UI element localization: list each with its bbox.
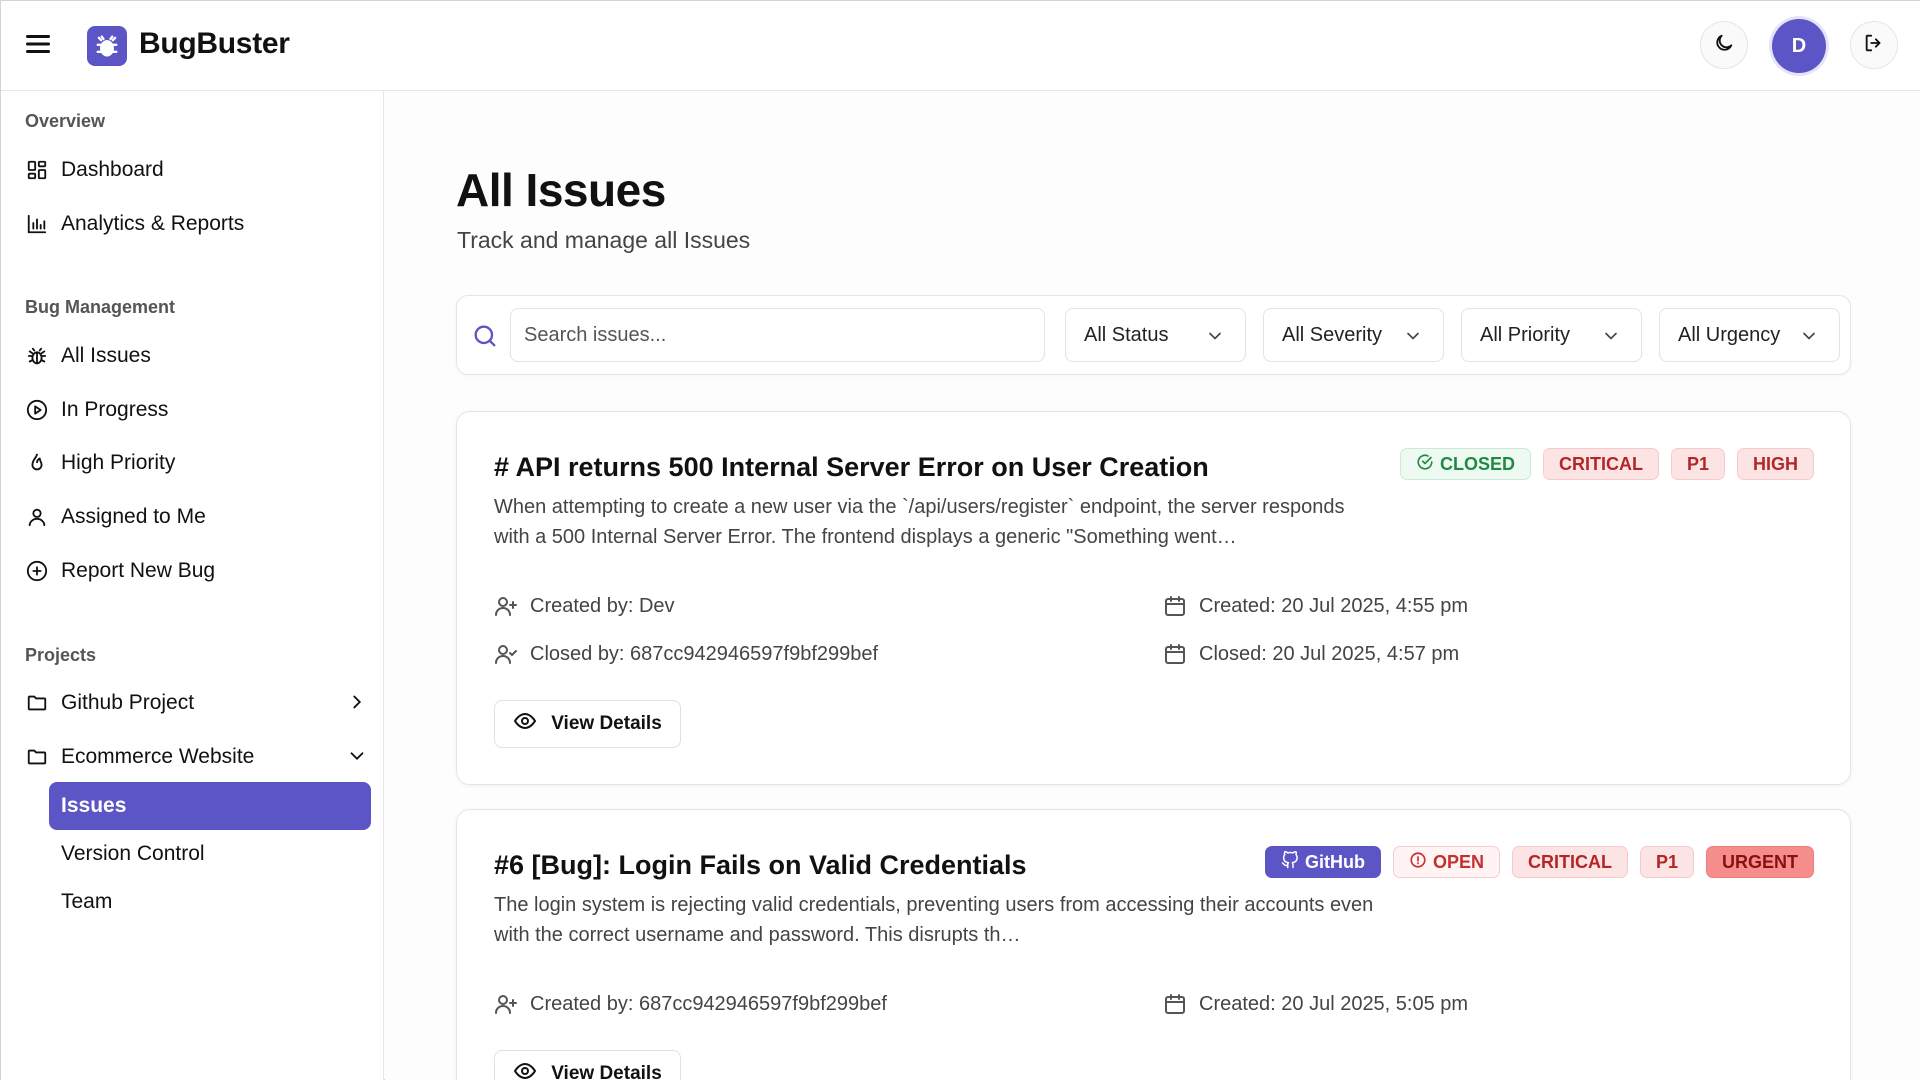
created-date: Created: 20 Jul 2025, 5:05 pm	[1163, 992, 1468, 1016]
main-content: All Issues Track and manage all Issues A…	[385, 91, 1920, 1080]
sidebar-item-label: All Issues	[61, 344, 151, 367]
sidebar-item-in-progress[interactable]: In Progress	[25, 388, 370, 432]
folder-icon	[25, 691, 49, 715]
section-title-projects: Projects	[25, 645, 97, 665]
sidebar: Overview Dashboard Analytics & Reports B…	[1, 91, 384, 1080]
issue-card: # API returns 500 Internal Server Error …	[456, 411, 1851, 785]
project-label: Ecommerce Website	[61, 745, 255, 768]
closed-by: Closed by: 687cc942946597f9bf299bef	[494, 642, 878, 666]
issue-description: When attempting to create a new user via…	[494, 496, 1345, 548]
priority-filter[interactable]: All Priority	[1461, 308, 1642, 362]
urgency-badge: HIGH	[1737, 448, 1814, 480]
eye-icon	[513, 1059, 537, 1080]
priority-badge: P1	[1670, 448, 1725, 480]
closed-date: Closed: 20 Jul 2025, 4:57 pm	[1163, 642, 1459, 666]
sidebar-item-report-new-bug[interactable]: Report New Bug	[25, 549, 370, 593]
search-input[interactable]	[510, 308, 1045, 362]
check-circle-icon	[1416, 453, 1434, 476]
severity-filter-value: All Severity	[1282, 323, 1383, 346]
alert-circle-icon	[1409, 851, 1427, 874]
view-details-button[interactable]: View Details	[494, 1050, 681, 1080]
view-details-button[interactable]: View Details	[494, 700, 681, 748]
sidebar-item-assigned-to-me[interactable]: Assigned to Me	[25, 495, 370, 539]
status-filter-value: All Status	[1084, 323, 1169, 346]
menu-icon[interactable]	[25, 31, 51, 57]
folder-icon	[25, 745, 49, 769]
sidebar-item-label: Dashboard	[61, 158, 164, 181]
sidebar-item-all-issues[interactable]: All Issues	[25, 334, 370, 378]
github-icon	[1281, 850, 1299, 874]
subnav-team[interactable]: Team	[49, 878, 371, 926]
chevron-right-icon[interactable]	[346, 691, 370, 715]
calendar-icon	[1163, 992, 1187, 1016]
plus-circle-icon	[25, 559, 49, 583]
created-date: Created: 20 Jul 2025, 4:55 pm	[1163, 594, 1468, 618]
chevron-down-icon[interactable]	[346, 745, 370, 769]
priority-badge: P1	[1639, 846, 1694, 878]
severity-filter[interactable]: All Severity	[1263, 308, 1444, 362]
sidebar-item-label: Report New Bug	[61, 559, 216, 582]
filter-bar: All Status All Severity All Priority All…	[456, 295, 1851, 375]
top-header: BugBuster D	[1, 1, 1920, 91]
sidebar-item-high-priority[interactable]: High Priority	[25, 441, 370, 485]
issue-card: #6 [Bug]: Login Fails on Valid Credentia…	[456, 809, 1851, 1080]
status-badge: CLOSED	[1399, 448, 1531, 480]
project-label: Github Project	[61, 691, 195, 714]
chevron-down-icon	[1403, 326, 1423, 346]
chevron-down-icon	[1205, 326, 1225, 346]
severity-badge: CRITICAL	[1511, 846, 1628, 878]
dashboard-icon	[25, 158, 49, 182]
issue-badges: GitHub OPEN CRITICAL P1 URGENT	[1264, 846, 1814, 878]
sidebar-item-analytics[interactable]: Analytics & Reports	[25, 202, 370, 246]
eye-icon	[513, 709, 537, 739]
page-title: All Issues	[456, 164, 666, 216]
github-badge[interactable]: GitHub	[1264, 846, 1381, 878]
section-title-overview: Overview	[25, 111, 106, 131]
issue-badges: CLOSED CRITICAL P1 HIGH	[1399, 448, 1814, 480]
user-plus-icon	[494, 594, 518, 618]
user-check-icon	[494, 642, 518, 666]
sidebar-item-label: Assigned to Me	[61, 505, 206, 528]
severity-badge: CRITICAL	[1542, 448, 1659, 480]
brand-name[interactable]: BugBuster	[139, 27, 290, 61]
urgency-filter[interactable]: All Urgency	[1659, 308, 1840, 362]
logout-button[interactable]	[1850, 21, 1898, 69]
avatar[interactable]: D	[1772, 19, 1826, 73]
user-plus-icon	[494, 992, 518, 1016]
theme-toggle-button[interactable]	[1700, 21, 1748, 69]
moon-icon	[1713, 32, 1735, 59]
chevron-down-icon	[1799, 326, 1819, 346]
priority-filter-value: All Priority	[1480, 323, 1571, 346]
status-badge: OPEN	[1392, 846, 1500, 878]
created-by: Created by: Dev	[494, 594, 675, 618]
calendar-icon	[1163, 594, 1187, 618]
sidebar-item-label: Analytics & Reports	[61, 212, 245, 235]
sidebar-item-label: High Priority	[61, 451, 176, 474]
project-item-github[interactable]: Github Project	[25, 681, 370, 725]
chevron-down-icon	[1601, 326, 1621, 346]
section-title-bug-management: Bug Management	[25, 297, 176, 317]
bug-icon	[25, 344, 49, 368]
search-icon	[471, 322, 499, 350]
play-circle-icon	[25, 398, 49, 422]
flame-icon	[25, 451, 49, 475]
issue-title[interactable]: # API returns 500 Internal Server Error …	[494, 452, 1209, 483]
project-item-ecommerce[interactable]: Ecommerce Website	[25, 735, 370, 779]
urgency-badge: URGENT	[1706, 846, 1814, 878]
status-filter[interactable]: All Status	[1065, 308, 1246, 362]
logout-icon	[1863, 32, 1885, 59]
page-subtitle: Track and manage all Issues	[457, 227, 751, 253]
bug-logo-icon[interactable]	[87, 26, 127, 66]
urgency-filter-value: All Urgency	[1678, 323, 1781, 346]
user-icon	[25, 505, 49, 529]
issue-description: The login system is rejecting valid cred…	[494, 894, 1374, 946]
bar-chart-icon	[25, 212, 49, 236]
issue-title[interactable]: #6 [Bug]: Login Fails on Valid Credentia…	[494, 850, 1027, 881]
subnav-version-control[interactable]: Version Control	[49, 830, 371, 878]
created-by: Created by: 687cc942946597f9bf299bef	[494, 992, 887, 1016]
subnav-issues[interactable]: Issues	[49, 782, 371, 830]
sidebar-item-label: In Progress	[61, 398, 169, 421]
calendar-icon	[1163, 642, 1187, 666]
sidebar-item-dashboard[interactable]: Dashboard	[25, 148, 370, 192]
